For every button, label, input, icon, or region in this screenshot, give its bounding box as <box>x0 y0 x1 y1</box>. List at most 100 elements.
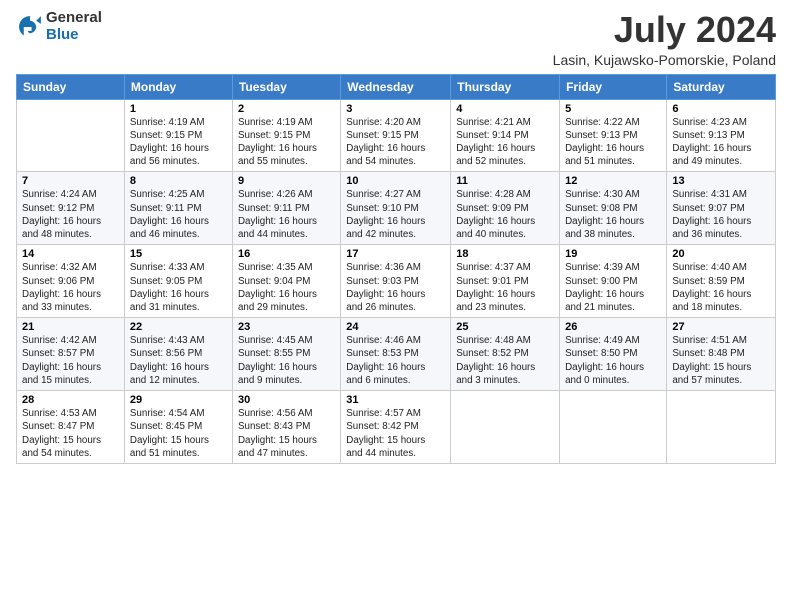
day-info: Sunrise: 4:45 AMSunset: 8:55 PMDaylight:… <box>238 334 335 387</box>
day-number: 10 <box>346 175 445 187</box>
day-info: Sunrise: 4:19 AMSunset: 9:15 PMDaylight:… <box>130 116 227 169</box>
calendar-cell: 24Sunrise: 4:46 AMSunset: 8:53 PMDayligh… <box>341 318 451 391</box>
page: General Blue July 2024 Lasin, Kujawsko-P… <box>0 0 792 612</box>
day-number: 11 <box>456 175 554 187</box>
calendar-cell: 7Sunrise: 4:24 AMSunset: 9:12 PMDaylight… <box>17 172 125 245</box>
day-info: Sunrise: 4:37 AMSunset: 9:01 PMDaylight:… <box>456 261 554 314</box>
calendar-cell: 10Sunrise: 4:27 AMSunset: 9:10 PMDayligh… <box>341 172 451 245</box>
col-monday: Monday <box>124 74 232 99</box>
day-info: Sunrise: 4:46 AMSunset: 8:53 PMDaylight:… <box>346 334 445 387</box>
calendar-table: Sunday Monday Tuesday Wednesday Thursday… <box>16 74 776 464</box>
col-thursday: Thursday <box>451 74 560 99</box>
col-saturday: Saturday <box>667 74 776 99</box>
day-info: Sunrise: 4:48 AMSunset: 8:52 PMDaylight:… <box>456 334 554 387</box>
day-number: 23 <box>238 321 335 333</box>
calendar-cell: 26Sunrise: 4:49 AMSunset: 8:50 PMDayligh… <box>560 318 667 391</box>
logo-general: General <box>46 10 102 27</box>
day-info: Sunrise: 4:53 AMSunset: 8:47 PMDaylight:… <box>22 407 119 460</box>
day-info: Sunrise: 4:28 AMSunset: 9:09 PMDaylight:… <box>456 188 554 241</box>
calendar-header-row: Sunday Monday Tuesday Wednesday Thursday… <box>17 74 776 99</box>
day-number: 16 <box>238 248 335 260</box>
calendar-cell: 9Sunrise: 4:26 AMSunset: 9:11 PMDaylight… <box>232 172 340 245</box>
calendar-week-3: 14Sunrise: 4:32 AMSunset: 9:06 PMDayligh… <box>17 245 776 318</box>
title-month: July 2024 <box>553 10 776 50</box>
day-number: 5 <box>565 103 661 115</box>
day-number: 20 <box>672 248 770 260</box>
day-info: Sunrise: 4:21 AMSunset: 9:14 PMDaylight:… <box>456 116 554 169</box>
logo-text: General Blue <box>46 10 102 43</box>
col-sunday: Sunday <box>17 74 125 99</box>
day-number: 9 <box>238 175 335 187</box>
day-info: Sunrise: 4:27 AMSunset: 9:10 PMDaylight:… <box>346 188 445 241</box>
day-info: Sunrise: 4:56 AMSunset: 8:43 PMDaylight:… <box>238 407 335 460</box>
day-number: 22 <box>130 321 227 333</box>
calendar-cell: 30Sunrise: 4:56 AMSunset: 8:43 PMDayligh… <box>232 391 340 464</box>
col-wednesday: Wednesday <box>341 74 451 99</box>
day-number: 24 <box>346 321 445 333</box>
logo-icon <box>16 13 44 41</box>
day-number: 18 <box>456 248 554 260</box>
calendar-cell <box>17 99 125 172</box>
calendar-cell: 12Sunrise: 4:30 AMSunset: 9:08 PMDayligh… <box>560 172 667 245</box>
day-info: Sunrise: 4:23 AMSunset: 9:13 PMDaylight:… <box>672 116 770 169</box>
title-location: Lasin, Kujawsko-Pomorskie, Poland <box>553 52 776 68</box>
col-tuesday: Tuesday <box>232 74 340 99</box>
day-number: 8 <box>130 175 227 187</box>
day-info: Sunrise: 4:39 AMSunset: 9:00 PMDaylight:… <box>565 261 661 314</box>
calendar-cell: 1Sunrise: 4:19 AMSunset: 9:15 PMDaylight… <box>124 99 232 172</box>
day-info: Sunrise: 4:57 AMSunset: 8:42 PMDaylight:… <box>346 407 445 460</box>
day-info: Sunrise: 4:20 AMSunset: 9:15 PMDaylight:… <box>346 116 445 169</box>
calendar-cell: 23Sunrise: 4:45 AMSunset: 8:55 PMDayligh… <box>232 318 340 391</box>
day-info: Sunrise: 4:43 AMSunset: 8:56 PMDaylight:… <box>130 334 227 387</box>
calendar-cell: 25Sunrise: 4:48 AMSunset: 8:52 PMDayligh… <box>451 318 560 391</box>
calendar-cell: 16Sunrise: 4:35 AMSunset: 9:04 PMDayligh… <box>232 245 340 318</box>
calendar-cell: 31Sunrise: 4:57 AMSunset: 8:42 PMDayligh… <box>341 391 451 464</box>
logo-blue: Blue <box>46 27 102 44</box>
calendar-cell: 14Sunrise: 4:32 AMSunset: 9:06 PMDayligh… <box>17 245 125 318</box>
calendar-cell: 17Sunrise: 4:36 AMSunset: 9:03 PMDayligh… <box>341 245 451 318</box>
day-number: 26 <box>565 321 661 333</box>
calendar-cell <box>667 391 776 464</box>
calendar-cell: 3Sunrise: 4:20 AMSunset: 9:15 PMDaylight… <box>341 99 451 172</box>
day-number: 25 <box>456 321 554 333</box>
day-info: Sunrise: 4:31 AMSunset: 9:07 PMDaylight:… <box>672 188 770 241</box>
calendar-cell: 19Sunrise: 4:39 AMSunset: 9:00 PMDayligh… <box>560 245 667 318</box>
day-number: 7 <box>22 175 119 187</box>
header: General Blue July 2024 Lasin, Kujawsko-P… <box>16 10 776 68</box>
day-number: 19 <box>565 248 661 260</box>
day-number: 2 <box>238 103 335 115</box>
day-info: Sunrise: 4:30 AMSunset: 9:08 PMDaylight:… <box>565 188 661 241</box>
calendar-cell: 28Sunrise: 4:53 AMSunset: 8:47 PMDayligh… <box>17 391 125 464</box>
calendar-cell: 5Sunrise: 4:22 AMSunset: 9:13 PMDaylight… <box>560 99 667 172</box>
day-info: Sunrise: 4:51 AMSunset: 8:48 PMDaylight:… <box>672 334 770 387</box>
day-info: Sunrise: 4:26 AMSunset: 9:11 PMDaylight:… <box>238 188 335 241</box>
calendar-cell: 6Sunrise: 4:23 AMSunset: 9:13 PMDaylight… <box>667 99 776 172</box>
calendar-cell: 13Sunrise: 4:31 AMSunset: 9:07 PMDayligh… <box>667 172 776 245</box>
calendar-cell: 21Sunrise: 4:42 AMSunset: 8:57 PMDayligh… <box>17 318 125 391</box>
day-number: 1 <box>130 103 227 115</box>
calendar-cell: 18Sunrise: 4:37 AMSunset: 9:01 PMDayligh… <box>451 245 560 318</box>
calendar-cell: 4Sunrise: 4:21 AMSunset: 9:14 PMDaylight… <box>451 99 560 172</box>
calendar-cell: 22Sunrise: 4:43 AMSunset: 8:56 PMDayligh… <box>124 318 232 391</box>
day-number: 6 <box>672 103 770 115</box>
day-info: Sunrise: 4:35 AMSunset: 9:04 PMDaylight:… <box>238 261 335 314</box>
day-number: 21 <box>22 321 119 333</box>
calendar-week-4: 21Sunrise: 4:42 AMSunset: 8:57 PMDayligh… <box>17 318 776 391</box>
day-info: Sunrise: 4:33 AMSunset: 9:05 PMDaylight:… <box>130 261 227 314</box>
day-number: 29 <box>130 394 227 406</box>
day-number: 15 <box>130 248 227 260</box>
day-number: 17 <box>346 248 445 260</box>
calendar-cell: 11Sunrise: 4:28 AMSunset: 9:09 PMDayligh… <box>451 172 560 245</box>
logo: General Blue <box>16 10 102 43</box>
calendar-cell: 29Sunrise: 4:54 AMSunset: 8:45 PMDayligh… <box>124 391 232 464</box>
day-info: Sunrise: 4:54 AMSunset: 8:45 PMDaylight:… <box>130 407 227 460</box>
col-friday: Friday <box>560 74 667 99</box>
day-info: Sunrise: 4:49 AMSunset: 8:50 PMDaylight:… <box>565 334 661 387</box>
day-number: 28 <box>22 394 119 406</box>
day-info: Sunrise: 4:36 AMSunset: 9:03 PMDaylight:… <box>346 261 445 314</box>
calendar-cell <box>560 391 667 464</box>
calendar-cell: 2Sunrise: 4:19 AMSunset: 9:15 PMDaylight… <box>232 99 340 172</box>
day-number: 12 <box>565 175 661 187</box>
calendar-week-1: 1Sunrise: 4:19 AMSunset: 9:15 PMDaylight… <box>17 99 776 172</box>
day-number: 31 <box>346 394 445 406</box>
